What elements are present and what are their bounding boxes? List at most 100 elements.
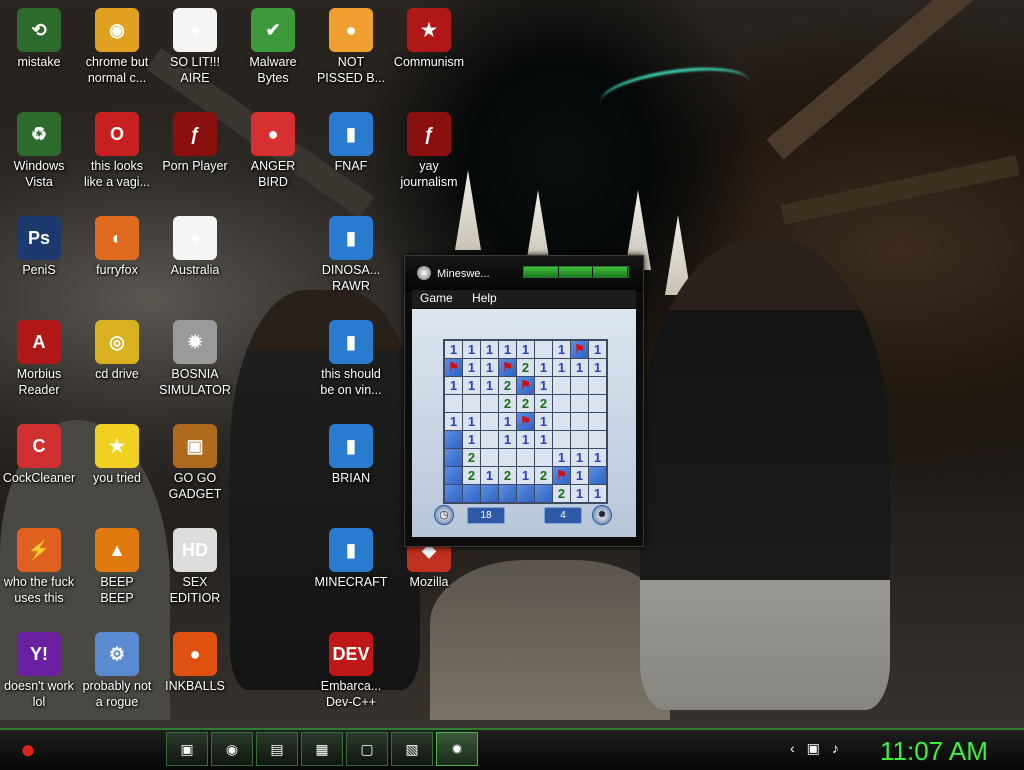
desktop-icon[interactable]: Othis looks like a vagi... <box>78 112 156 190</box>
mine-cell[interactable] <box>499 449 516 466</box>
desktop-icon[interactable]: ✹ BOSNIA SIMULATOR <box>156 320 234 398</box>
mine-cell[interactable]: ⚑ <box>571 341 588 358</box>
mine-cell[interactable] <box>553 413 570 430</box>
mine-cell[interactable] <box>445 485 462 502</box>
desktop-icon[interactable]: ♻ Windows Vista <box>0 112 78 190</box>
mine-cell[interactable]: 1 <box>481 341 498 358</box>
desktop-icon[interactable]: HD SEX EDITIOR <box>156 528 234 606</box>
mine-cell[interactable] <box>571 395 588 412</box>
mine-cell[interactable]: 1 <box>589 359 606 376</box>
mine-cell[interactable]: 2 <box>499 377 516 394</box>
mine-cell[interactable]: 2 <box>535 395 552 412</box>
mine-cell[interactable]: 2 <box>463 467 480 484</box>
chevron-icon[interactable]: ‹ <box>790 740 795 757</box>
desktop-icon[interactable]: ƒ Porn Player <box>156 112 234 174</box>
mine-cell[interactable] <box>535 449 552 466</box>
mine-cell[interactable]: 1 <box>535 359 552 376</box>
mine-cell[interactable]: 1 <box>517 431 534 448</box>
desktop-icon[interactable]: ⚡ who the fuck uses this <box>0 528 78 606</box>
mine-cell[interactable]: 1 <box>571 485 588 502</box>
mine-cell[interactable]: 1 <box>481 467 498 484</box>
mine-cell[interactable]: 1 <box>481 359 498 376</box>
taskbar-chrome-icon[interactable]: ◉ <box>211 732 253 766</box>
mine-cell[interactable]: 2 <box>499 467 516 484</box>
desktop-icon[interactable]: ⟲ mistake <box>0 8 78 70</box>
mine-cell[interactable]: 1 <box>499 341 516 358</box>
mine-cell[interactable] <box>481 395 498 412</box>
menu-help[interactable]: Help <box>464 290 505 306</box>
mine-cell[interactable]: 1 <box>463 431 480 448</box>
desktop-icon[interactable]: ▮ FNAF <box>312 112 390 174</box>
desktop-icon[interactable]: ◎ cd drive <box>78 320 156 382</box>
mine-cell[interactable] <box>553 431 570 448</box>
taskbar-folder-icon[interactable]: ▣ <box>166 732 208 766</box>
desktop-icon[interactable]: ▮ DINOSA... RAWR <box>312 216 390 294</box>
mine-cell[interactable] <box>445 395 462 412</box>
mine-cell[interactable]: 1 <box>589 341 606 358</box>
mine-cell[interactable] <box>571 377 588 394</box>
taskbar-window-icon[interactable]: ▢ <box>346 732 388 766</box>
mine-cell[interactable] <box>553 395 570 412</box>
mine-cell[interactable]: 1 <box>463 377 480 394</box>
window-titlebar[interactable]: Mineswe... <box>405 256 643 292</box>
desktop-icon[interactable]: ● INKBALLS <box>156 632 234 694</box>
mine-cell[interactable] <box>499 485 516 502</box>
desktop-icon[interactable]: ♠ Australia <box>156 216 234 278</box>
mine-cell[interactable]: 1 <box>535 377 552 394</box>
desktop-icon[interactable]: Ps PeniS <box>0 216 78 278</box>
clock[interactable]: 11:07 AM <box>880 736 988 767</box>
mine-cell[interactable]: 1 <box>571 467 588 484</box>
mine-cell[interactable]: ⚑ <box>499 359 516 376</box>
mine-cell[interactable] <box>481 485 498 502</box>
mine-cell[interactable] <box>481 431 498 448</box>
mine-cell[interactable]: ⚑ <box>445 359 462 376</box>
mine-cell[interactable]: 1 <box>517 341 534 358</box>
desktop-icon[interactable]: ◐ furryfox <box>78 216 156 278</box>
desktop-icon[interactable]: A Morbius Reader <box>0 320 78 398</box>
mine-cell[interactable]: 1 <box>553 449 570 466</box>
mine-cell[interactable]: 1 <box>571 449 588 466</box>
mine-cell[interactable] <box>445 449 462 466</box>
mine-cell[interactable]: 1 <box>553 359 570 376</box>
mine-cell[interactable] <box>535 341 552 358</box>
mine-cell[interactable] <box>517 449 534 466</box>
mine-cell[interactable]: 1 <box>463 341 480 358</box>
mine-cell[interactable]: 1 <box>445 377 462 394</box>
mine-cell[interactable]: 1 <box>445 413 462 430</box>
desktop-icon[interactable]: ♠ SO LIT!!! AIRE <box>156 8 234 86</box>
mine-cell[interactable] <box>481 449 498 466</box>
mine-cell[interactable]: 1 <box>463 359 480 376</box>
mine-cell[interactable]: 1 <box>535 431 552 448</box>
mine-cell[interactable]: ⚑ <box>553 467 570 484</box>
desktop-icon[interactable]: ✔ Malware Bytes <box>234 8 312 86</box>
mine-field[interactable]: 1 1 1 1 1 1 ⚑ 1 ⚑ 1 1 ⚑ 2 1 1 1 1 1 1 1 2 ⚑ 1 2 2 2 1 1 1 ⚑ 1 1 1 1 1 2 1 1 1 2… <box>443 339 608 504</box>
desktop-icon[interactable]: ƒ yay journalism <box>390 112 468 190</box>
mine-cell[interactable] <box>571 431 588 448</box>
mine-cell[interactable] <box>445 431 462 448</box>
taskbar-devcpp-icon[interactable]: ▦ <box>301 732 343 766</box>
desktop-icon[interactable]: C CockCleaner <box>0 424 78 486</box>
desktop-icon[interactable]: ⚙ probably not a rogue <box>78 632 156 710</box>
taskbar-picture-icon[interactable]: ▧ <box>391 732 433 766</box>
desktop-icon[interactable]: ● NOT PISSED B... <box>312 8 390 86</box>
mine-cell[interactable] <box>589 467 606 484</box>
mine-cell[interactable] <box>463 395 480 412</box>
mine-cell[interactable]: 1 <box>517 467 534 484</box>
taskbar-minesweeper-icon[interactable]: ✹ <box>436 732 478 766</box>
mine-cell[interactable]: ⚑ <box>517 377 534 394</box>
desktop-icon[interactable]: ▮ this should be on vin... <box>312 320 390 398</box>
desktop-icon[interactable]: ● ANGER BIRD <box>234 112 312 190</box>
mine-cell[interactable]: 1 <box>463 413 480 430</box>
mine-cell[interactable] <box>589 431 606 448</box>
mine-cell[interactable]: 2 <box>553 485 570 502</box>
mine-cell[interactable]: 1 <box>571 359 588 376</box>
maximize-button[interactable] <box>558 267 594 277</box>
taskbar-player-icon[interactable]: ▤ <box>256 732 298 766</box>
volume-icon[interactable]: ♪ <box>832 740 839 757</box>
desktop-icon[interactable]: ★ Communism <box>390 8 468 70</box>
desktop-icon[interactable]: ◉ chrome but normal c... <box>78 8 156 86</box>
mine-cell[interactable] <box>517 485 534 502</box>
mine-cell[interactable]: 2 <box>463 449 480 466</box>
mine-cell[interactable] <box>589 395 606 412</box>
mine-cell[interactable] <box>589 377 606 394</box>
